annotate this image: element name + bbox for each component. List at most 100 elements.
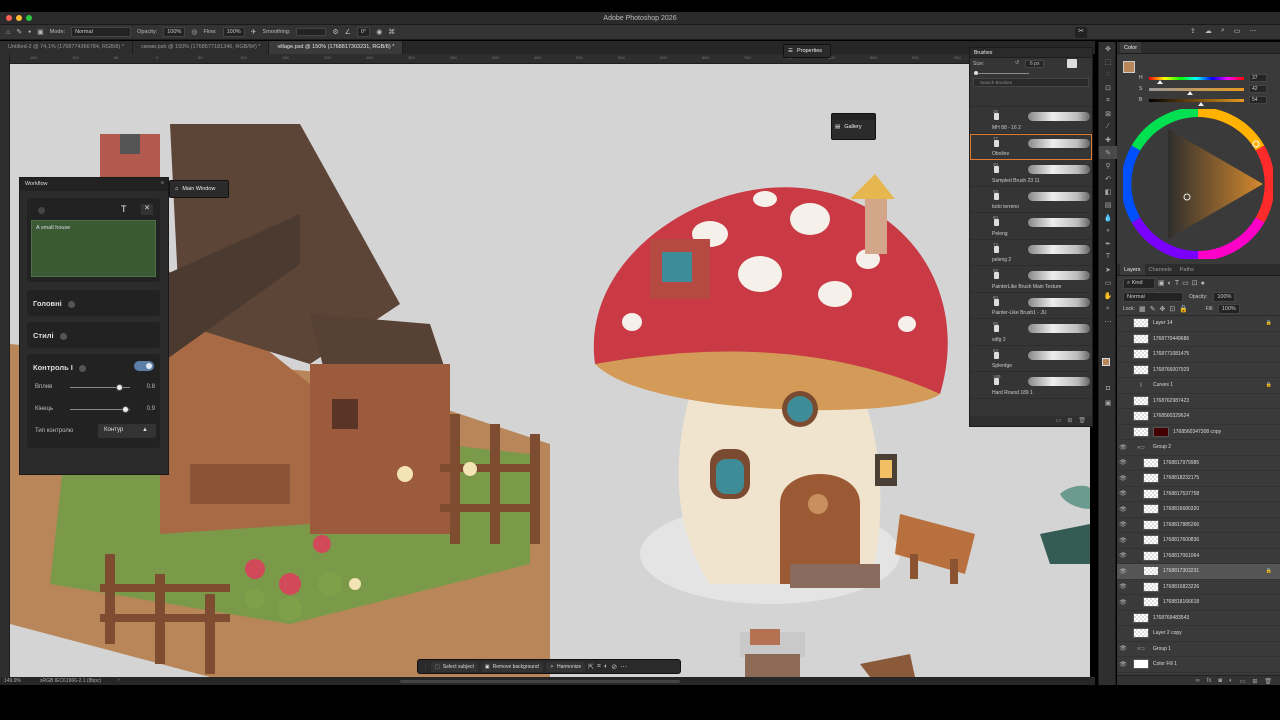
lock-pixels-icon[interactable]: ✎: [1150, 305, 1156, 313]
airbrush-icon[interactable]: ✈: [251, 28, 257, 36]
color-channel-knob[interactable]: [1186, 91, 1193, 95]
color-channel-track[interactable]: [1149, 77, 1244, 80]
brush-item[interactable]: 20 Sampled Brush 23 11: [970, 160, 1092, 187]
link-layers-icon[interactable]: ∞: [1195, 678, 1199, 685]
brush-tool-icon[interactable]: ✂: [1075, 27, 1087, 38]
fx-icon[interactable]: fx: [1207, 678, 1212, 685]
smoothing-settings-icon[interactable]: ⚙: [332, 28, 338, 36]
tab-village[interactable]: village.psd @ 150% (1768817303231, RGB/8…: [269, 41, 404, 54]
more-icon[interactable]: ⋯: [1249, 27, 1256, 35]
visibility-eye-icon[interactable]: 👁: [1117, 475, 1129, 482]
pressure-size-icon[interactable]: ◉: [376, 28, 382, 36]
share-icon[interactable]: ⇪: [1190, 27, 1196, 35]
opacity-input[interactable]: 100%: [163, 27, 186, 37]
layer-row[interactable]: 👁 1768817061064: [1117, 549, 1280, 564]
zoom-level[interactable]: 149.9%: [4, 678, 21, 684]
gallery-panel[interactable]: ▤ Gallery: [831, 113, 876, 140]
folder-icon[interactable]: ›▭: [1133, 442, 1149, 452]
layer-row[interactable]: 1768560347308 copy: [1117, 425, 1280, 440]
recent-brush-tips[interactable]: [970, 87, 1092, 107]
layer-row[interactable]: 👁 1768817303231 🔒: [1117, 564, 1280, 580]
layer-row[interactable]: 👁 Color Fill 1: [1117, 657, 1280, 673]
healing-tool-icon[interactable]: ✚: [1099, 133, 1117, 146]
filter-shape-icon[interactable]: ▭: [1182, 279, 1189, 287]
layer-row[interactable]: 1768762987423: [1117, 394, 1280, 409]
visibility-eye-icon[interactable]: 👁: [1117, 552, 1129, 559]
home-icon[interactable]: ⌂: [6, 29, 10, 36]
trash-icon[interactable]: 🗑: [1078, 417, 1086, 425]
zoom-tool-icon[interactable]: ⌕: [1099, 302, 1117, 315]
adjustment-layer-icon[interactable]: ◐: [1229, 678, 1233, 685]
fill-input[interactable]: 100%: [1217, 304, 1240, 314]
prompt-textarea[interactable]: A small house: [31, 220, 156, 277]
search-icon[interactable]: ⌕: [1221, 27, 1225, 35]
tab-skemy[interactable]: скеми.psb @ 150% (1768577181346, RGB/8#)…: [132, 41, 270, 54]
brush-size-slider[interactable]: [970, 70, 1092, 78]
harmonize-button[interactable]: ✧ Harmonize: [545, 661, 586, 672]
path-select-tool-icon[interactable]: ➤: [1099, 263, 1117, 276]
visibility-eye-icon[interactable]: 👁: [1117, 568, 1129, 575]
color-channel-knob[interactable]: [1156, 80, 1163, 84]
layer-filter-kind[interactable]: ⌕ Kind: [1123, 277, 1155, 289]
gradient-tool-icon[interactable]: ▤: [1099, 198, 1117, 211]
symmetry-icon[interactable]: ⌘: [388, 28, 395, 36]
layer-row[interactable]: 1768771081475: [1117, 347, 1280, 363]
layer-row[interactable]: Layer 2 copy: [1117, 626, 1280, 642]
layer-row[interactable]: 👁 1768817537758: [1117, 487, 1280, 502]
adjust-icon[interactable]: ⊘: [611, 663, 617, 671]
frame-tool-icon[interactable]: ⊠: [1099, 107, 1117, 120]
tab-paths[interactable]: Paths: [1176, 267, 1198, 275]
brush-settings-icon[interactable]: ▣: [37, 28, 44, 36]
brush-item[interactable]: 93 todo terreno: [970, 187, 1092, 213]
brush-item[interactable]: 80 Peleng: [970, 213, 1092, 240]
ruler-top[interactable]: 150 100 50 0 50 100 150 200 250 300 350 400 450 500 55…: [10, 54, 1090, 64]
clear-icon[interactable]: ✕: [141, 204, 153, 215]
visibility-eye-icon[interactable]: 👁: [1117, 661, 1129, 668]
layer-row[interactable]: 👁 1768816680320: [1117, 502, 1280, 518]
shape-tool-icon[interactable]: ▭: [1099, 276, 1117, 289]
end-slider[interactable]: Кінець 0.9: [35, 406, 155, 413]
crop-tool-icon[interactable]: ⌗: [1099, 94, 1117, 107]
section-styles[interactable]: Стилі: [27, 322, 160, 348]
lasso-tool-icon[interactable]: ◌: [1099, 68, 1117, 81]
influence-knob[interactable]: [116, 384, 123, 391]
visibility-eye-icon[interactable]: 👁: [1117, 521, 1129, 528]
layer-row[interactable]: 👁 1768817600836: [1117, 533, 1280, 549]
visibility-eye-icon[interactable]: 👁: [1117, 444, 1129, 451]
filter-smart-icon[interactable]: ⊡: [1192, 279, 1198, 287]
select-subject-button[interactable]: ⬚ Select subject: [431, 661, 478, 672]
tab-channels[interactable]: Channels: [1145, 267, 1176, 275]
layer-row[interactable]: 1768560329624: [1117, 409, 1280, 425]
color-channel-knob[interactable]: [1198, 102, 1205, 106]
lock-artboard-icon[interactable]: ⊡: [1169, 305, 1175, 313]
mask-icon[interactable]: ◐: [604, 663, 608, 670]
brush-size-icon[interactable]: ●: [28, 29, 31, 35]
main-window-button[interactable]: ⌂ Main Window: [169, 180, 229, 198]
layer-row[interactable]: ⌇ Curves 1 🔒: [1117, 378, 1280, 394]
new-group-icon[interactable]: ▭: [1240, 678, 1246, 685]
smoothing-input[interactable]: [296, 28, 327, 36]
move-tool-icon[interactable]: ✥: [1099, 42, 1117, 55]
angle-input[interactable]: 0°: [356, 27, 371, 37]
mode-select[interactable]: Normal: [71, 27, 132, 37]
marquee-tool-icon[interactable]: ⬚: [1099, 55, 1117, 68]
flow-input[interactable]: 100%: [222, 27, 245, 37]
eraser-tool-icon[interactable]: ◧: [1099, 185, 1117, 198]
type-tool-icon[interactable]: T: [1099, 250, 1117, 263]
cloud-icon[interactable]: ☁: [1205, 27, 1212, 35]
workspace-icon[interactable]: ▭: [1234, 27, 1241, 35]
quick-mask-icon[interactable]: ◘: [1099, 382, 1117, 395]
control-toggle[interactable]: [134, 361, 154, 371]
layer-row[interactable]: 1768769483543: [1117, 611, 1280, 626]
properties-button[interactable]: ☰ Properties: [783, 44, 831, 58]
influence-slider[interactable]: Вплив 0.8: [35, 384, 155, 391]
brush-item[interactable]: 189 Hard Round 189 1: [970, 372, 1092, 399]
dodge-tool-icon[interactable]: ⚬: [1099, 224, 1117, 237]
color-channel-value[interactable]: 42: [1249, 85, 1267, 93]
visibility-eye-icon[interactable]: 👁: [1117, 490, 1129, 497]
lock-all-icon[interactable]: 🔒: [1179, 305, 1188, 313]
status-arrow-icon[interactable]: ›: [118, 677, 120, 683]
end-knob[interactable]: [122, 406, 129, 413]
layer-group-row[interactable]: 👁 ›▭ Group 1: [1117, 642, 1280, 657]
color-profile[interactable]: sRGB IEC61966-2.1 (8bpc): [40, 678, 101, 684]
